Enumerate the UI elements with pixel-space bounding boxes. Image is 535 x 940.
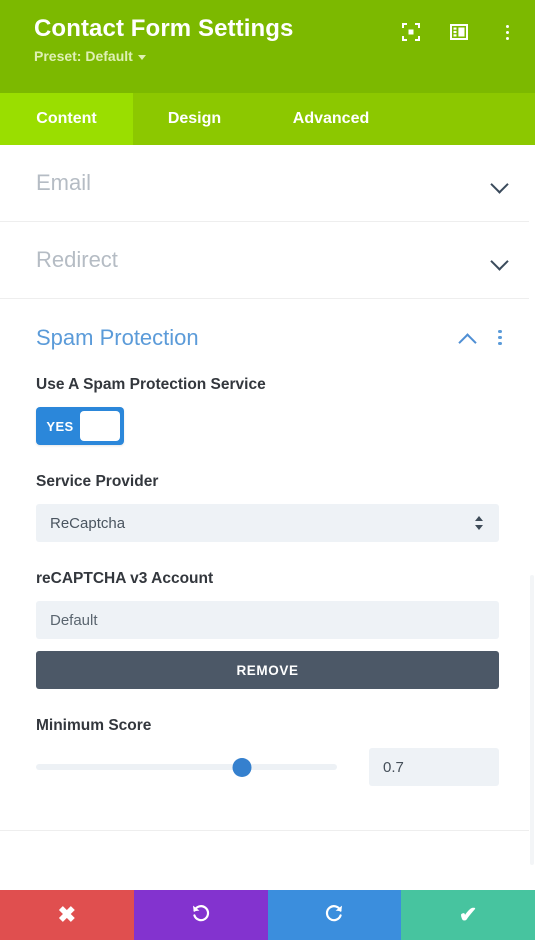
section-spam-protection-header[interactable]: Spam Protection: [36, 299, 511, 376]
slider-track: [36, 764, 337, 770]
minimum-score-slider[interactable]: [36, 755, 337, 779]
section-spam-protection: Spam Protection Use A Spam Protection Se…: [0, 299, 535, 831]
service-provider-label: Service Provider: [36, 473, 159, 490]
remove-account-button[interactable]: REMOVE: [36, 651, 499, 689]
recaptcha-account-label: reCAPTCHA v3 Account: [36, 570, 214, 587]
undo-button[interactable]: [133, 890, 268, 940]
toggle-state-label: YES: [46, 418, 74, 434]
minimum-score-control: 0.7: [36, 748, 499, 786]
chevron-down-icon[interactable]: [489, 249, 511, 271]
field-use-spam-service: Use A Spam Protection Service YES: [36, 376, 499, 445]
preset-selector[interactable]: Preset: Default: [34, 48, 511, 64]
save-button[interactable]: ✔: [401, 890, 535, 940]
chevron-down-icon[interactable]: [489, 172, 511, 194]
tab-bar: Content Design Advanced: [0, 93, 535, 145]
panel-layout-icon[interactable]: [449, 22, 469, 42]
minimum-score-label: Minimum Score: [36, 717, 152, 734]
preset-label: Preset: Default: [34, 48, 133, 64]
recaptcha-account-input[interactable]: Default: [36, 601, 499, 639]
sort-updown-icon: [473, 514, 485, 532]
chevron-down-icon: [137, 54, 146, 60]
tab-advanced[interactable]: Advanced: [256, 93, 406, 145]
tab-content[interactable]: Content: [0, 93, 133, 145]
chevron-up-icon[interactable]: [457, 327, 479, 349]
section-spam-protection-title: Spam Protection: [36, 324, 199, 350]
toggle-knob: [80, 411, 120, 441]
field-service-provider: Service Provider ReCaptcha: [36, 473, 499, 542]
service-provider-select[interactable]: ReCaptcha: [36, 504, 499, 542]
module-settings-panel: Contact Form Settings Preset: Default Co…: [0, 0, 535, 940]
section-redirect[interactable]: Redirect: [0, 222, 535, 299]
panel-header: Contact Form Settings Preset: Default: [0, 0, 535, 93]
field-recaptcha-account: reCAPTCHA v3 Account Default REMOVE: [36, 570, 499, 689]
slider-handle[interactable]: [232, 757, 252, 777]
undo-icon: [190, 902, 212, 929]
use-spam-service-label: Use A Spam Protection Service: [36, 376, 266, 393]
scrollbar[interactable]: [529, 145, 535, 890]
section-email-title: Email: [36, 170, 92, 195]
focus-target-icon[interactable]: [401, 22, 421, 42]
tab-design[interactable]: Design: [133, 93, 256, 145]
scrollbar-thumb[interactable]: [530, 575, 534, 865]
settings-scroll-area[interactable]: Email Redirect Spam Protection Use A Spa…: [0, 145, 535, 890]
action-bar: ✖ ✔: [0, 890, 535, 940]
more-options-icon[interactable]: [497, 22, 517, 42]
header-icon-group: [401, 22, 517, 42]
redo-button[interactable]: [267, 890, 402, 940]
check-icon: ✔: [458, 902, 478, 927]
service-provider-value: ReCaptcha: [50, 514, 126, 532]
use-spam-service-toggle[interactable]: YES: [36, 407, 124, 445]
section-email[interactable]: Email: [0, 145, 535, 222]
close-icon: ✖: [57, 902, 77, 927]
discard-button[interactable]: ✖: [0, 890, 134, 940]
redo-icon: [323, 902, 345, 929]
minimum-score-value-input[interactable]: 0.7: [369, 748, 499, 786]
field-minimum-score: Minimum Score 0.7: [36, 717, 499, 786]
section-redirect-title: Redirect: [36, 247, 118, 272]
section-options-icon[interactable]: [489, 327, 511, 349]
